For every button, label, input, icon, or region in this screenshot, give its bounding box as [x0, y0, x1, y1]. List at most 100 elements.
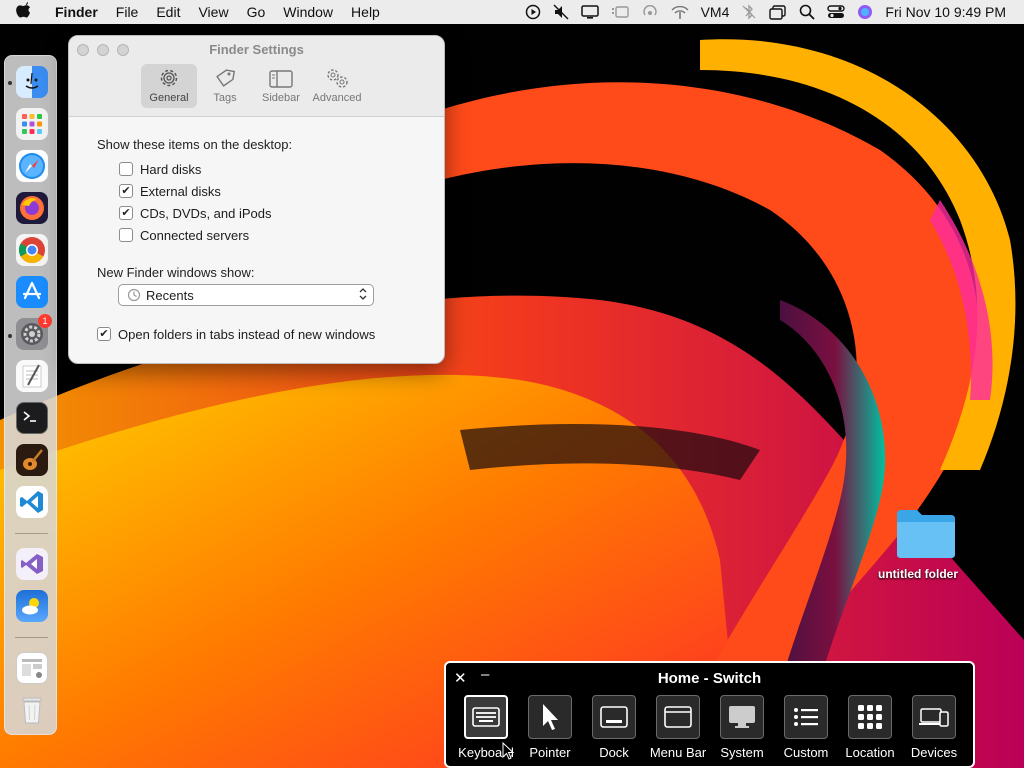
menu-bar-button[interactable]: Menu Bar: [646, 695, 710, 760]
garageband-app-icon[interactable]: [16, 444, 48, 476]
menu-go[interactable]: Go: [238, 0, 275, 24]
tab-label: Sidebar: [262, 92, 300, 104]
option-label: CDs, DVDs, and iPods: [140, 205, 272, 221]
devices-button[interactable]: Devices: [902, 695, 966, 760]
trash-app-icon[interactable]: [16, 694, 48, 726]
option-label: External disks: [140, 183, 221, 199]
windows-icon[interactable]: [763, 0, 793, 24]
clock-icon: [127, 288, 141, 302]
system-button[interactable]: System: [710, 695, 774, 760]
play-icon[interactable]: [519, 0, 547, 24]
dock-button[interactable]: Dock: [582, 695, 646, 760]
dock: 1: [4, 55, 57, 735]
menu-edit[interactable]: Edit: [147, 0, 189, 24]
menu-bar: Finder File Edit View Go Window Help VM4: [0, 0, 1024, 24]
new-window-label: New Finder windows show:: [97, 265, 255, 280]
desktop-folder[interactable]: untitled folder: [872, 508, 964, 581]
control-center-icon[interactable]: [821, 0, 851, 24]
hard-disks-checkbox[interactable]: [119, 162, 133, 176]
menu-window[interactable]: Window: [274, 0, 342, 24]
button-label: Devices: [910, 745, 958, 760]
menu-help[interactable]: Help: [342, 0, 389, 24]
dock-icon: [600, 706, 628, 728]
weather-app-icon[interactable]: [16, 590, 48, 622]
settings-content: Show these items on the desktop: Hard di…: [69, 117, 444, 345]
open-in-tabs-option[interactable]: ✔ Open folders in tabs instead of new wi…: [97, 323, 444, 345]
preview-app-icon[interactable]: [16, 652, 48, 684]
finder-settings-window: Finder Settings General Tags Sidebar Adv…: [68, 35, 445, 364]
button-label: Location: [845, 745, 895, 760]
advanced-gears-icon: [327, 69, 348, 88]
running-indicator: [8, 334, 12, 338]
external-disks-option[interactable]: ✔ External disks: [119, 180, 444, 202]
tag-icon: [216, 69, 236, 87]
bluetooth-off-icon[interactable]: [735, 0, 763, 24]
tab-advanced[interactable]: Advanced: [309, 64, 365, 108]
menu-bar-icon: [664, 706, 692, 728]
switch-control-panel: ✕ – Home - Switch Keyboard Pointer Dock …: [444, 661, 975, 768]
button-label: Menu Bar: [649, 745, 707, 760]
button-label: Pointer: [529, 745, 571, 760]
spotlight-search-icon[interactable]: [793, 0, 821, 24]
button-label: System: [720, 745, 764, 760]
menu-clock[interactable]: Fri Nov 10 9:49 PM: [879, 0, 1024, 24]
gear-icon: [160, 69, 178, 87]
airdrop-icon[interactable]: [635, 0, 665, 24]
external-disks-checkbox[interactable]: ✔: [119, 184, 133, 198]
custom-button[interactable]: Custom: [774, 695, 838, 760]
tab-tags[interactable]: Tags: [197, 64, 253, 108]
select-value: Recents: [146, 287, 194, 303]
visual-studio-app-icon[interactable]: [16, 548, 48, 580]
safari-app-icon[interactable]: [16, 150, 48, 182]
vscode-app-icon[interactable]: [16, 486, 48, 518]
dock-separator: [15, 533, 48, 534]
stage-manager-icon[interactable]: [605, 0, 635, 24]
system-settings-app-icon[interactable]: 1: [16, 314, 52, 350]
grid-icon: [858, 705, 882, 729]
folder-label: untitled folder: [878, 567, 958, 581]
tab-sidebar[interactable]: Sidebar: [253, 64, 309, 108]
finder-app-icon[interactable]: [16, 66, 48, 98]
wifi-icon[interactable]: [665, 0, 695, 24]
location-button[interactable]: Location: [838, 695, 902, 760]
vm-status-text[interactable]: VM4: [695, 0, 736, 24]
chrome-app-icon[interactable]: [16, 234, 48, 266]
terminal-app-icon[interactable]: [16, 402, 48, 434]
connected-servers-checkbox[interactable]: [119, 228, 133, 242]
firefox-app-icon[interactable]: [16, 192, 48, 224]
mute-icon[interactable]: [547, 0, 575, 24]
cds-dvds-ipods-option[interactable]: ✔ CDs, DVDs, and iPods: [119, 202, 444, 224]
mouse-cursor-icon: [502, 741, 515, 763]
dock-separator: [15, 637, 48, 638]
hard-disks-option[interactable]: Hard disks: [119, 158, 444, 180]
folder-icon: [896, 510, 955, 558]
option-label: Open folders in tabs instead of new wind…: [118, 326, 376, 342]
menu-finder[interactable]: Finder: [46, 0, 107, 24]
panel-title: Home - Switch: [657, 670, 762, 687]
launchpad-app-icon[interactable]: [16, 108, 48, 140]
open-in-tabs-checkbox[interactable]: ✔: [97, 327, 111, 341]
pointer-icon: [543, 704, 558, 730]
apple-menu-icon[interactable]: [0, 1, 46, 23]
notification-badge: 1: [38, 314, 52, 328]
app-store-app-icon[interactable]: [16, 276, 48, 308]
list-icon: [794, 708, 818, 726]
connected-servers-option[interactable]: Connected servers: [119, 224, 444, 246]
option-label: Connected servers: [140, 227, 250, 243]
tab-label: General: [149, 92, 189, 104]
chevron-updown-icon: [359, 287, 367, 303]
menu-view[interactable]: View: [189, 0, 237, 24]
desktop-items-label: Show these items on the desktop:: [97, 137, 293, 152]
cds-dvds-ipods-checkbox[interactable]: ✔: [119, 206, 133, 220]
pointer-button[interactable]: Pointer: [518, 695, 582, 760]
new-window-select[interactable]: Recents: [118, 284, 374, 306]
display-icon[interactable]: [575, 0, 605, 24]
settings-toolbar: Finder Settings General Tags Sidebar Adv…: [69, 36, 444, 117]
keyboard-icon: [472, 707, 500, 727]
textedit-app-icon[interactable]: [16, 360, 48, 392]
siri-icon[interactable]: [851, 0, 879, 24]
tab-general[interactable]: General: [141, 64, 197, 108]
button-label: Dock: [599, 745, 629, 760]
button-label: Custom: [783, 745, 829, 760]
menu-file[interactable]: File: [107, 0, 148, 24]
